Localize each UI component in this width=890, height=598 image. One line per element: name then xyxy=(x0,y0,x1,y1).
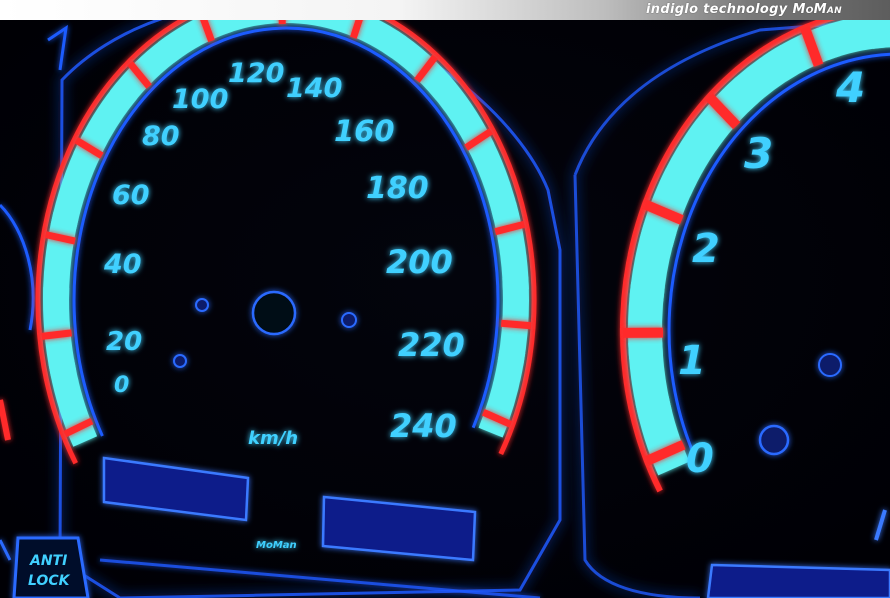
cyan-segment xyxy=(218,20,288,35)
speed-numeral-0: 0 xyxy=(114,373,129,398)
redline-tick xyxy=(278,20,286,25)
redline-tick xyxy=(41,329,72,340)
speed-numeral-200: 200 xyxy=(386,243,453,281)
abs-label-line2: LOCK xyxy=(28,573,71,589)
cyan-segment xyxy=(490,201,529,291)
speed-numeral-40: 40 xyxy=(103,249,142,280)
banner-tagline: indiglo technology xyxy=(646,2,788,17)
speed-numeral-20: 20 xyxy=(106,327,142,357)
needle-hub xyxy=(251,290,297,336)
abs-label-line1: ANTI xyxy=(29,553,67,569)
indicator-dot xyxy=(758,424,790,456)
rpm-numeral-3: 3 xyxy=(744,129,773,178)
lower-window xyxy=(706,563,890,598)
cyan-segment xyxy=(43,211,79,300)
dashboard-photo: indiglo technology MoMan 0 20 40 60 80 1… xyxy=(0,0,890,598)
speed-numeral-240: 240 xyxy=(390,407,457,445)
rpm-numeral-0: 0 xyxy=(686,436,714,482)
cyan-segment xyxy=(869,20,890,49)
indicator-dot xyxy=(195,298,209,312)
gauge-cluster: 0 20 40 60 80 100 120 140 160 180 200 22… xyxy=(0,20,890,598)
maker-mark: MoMan xyxy=(256,540,297,551)
rpm-numeral-1: 1 xyxy=(678,338,706,384)
speed-numeral-140: 140 xyxy=(286,73,342,104)
speed-numeral-160: 160 xyxy=(334,114,395,148)
speed-unit: km/h xyxy=(248,428,298,449)
redline-tick xyxy=(500,319,532,330)
speed-numeral-180: 180 xyxy=(366,171,429,206)
rpm-numeral-4: 4 xyxy=(835,63,865,112)
indicator-dot xyxy=(818,353,842,377)
rpm-numeral-2: 2 xyxy=(692,226,720,272)
banner-text: indiglo technology MoMan xyxy=(646,1,842,19)
cyan-segment xyxy=(497,276,529,366)
banner: indiglo technology MoMan xyxy=(0,0,890,20)
cyan-segment xyxy=(42,287,77,376)
indicator-dot xyxy=(173,354,187,368)
speed-numeral-80: 80 xyxy=(142,121,180,152)
speed-numeral-60: 60 xyxy=(112,180,150,211)
speed-numeral-120: 120 xyxy=(228,58,284,89)
banner-brand: MoMan xyxy=(792,2,842,17)
indicator-dot xyxy=(341,312,357,328)
speed-numeral-100: 100 xyxy=(172,84,228,115)
speed-numeral-220: 220 xyxy=(398,326,465,364)
